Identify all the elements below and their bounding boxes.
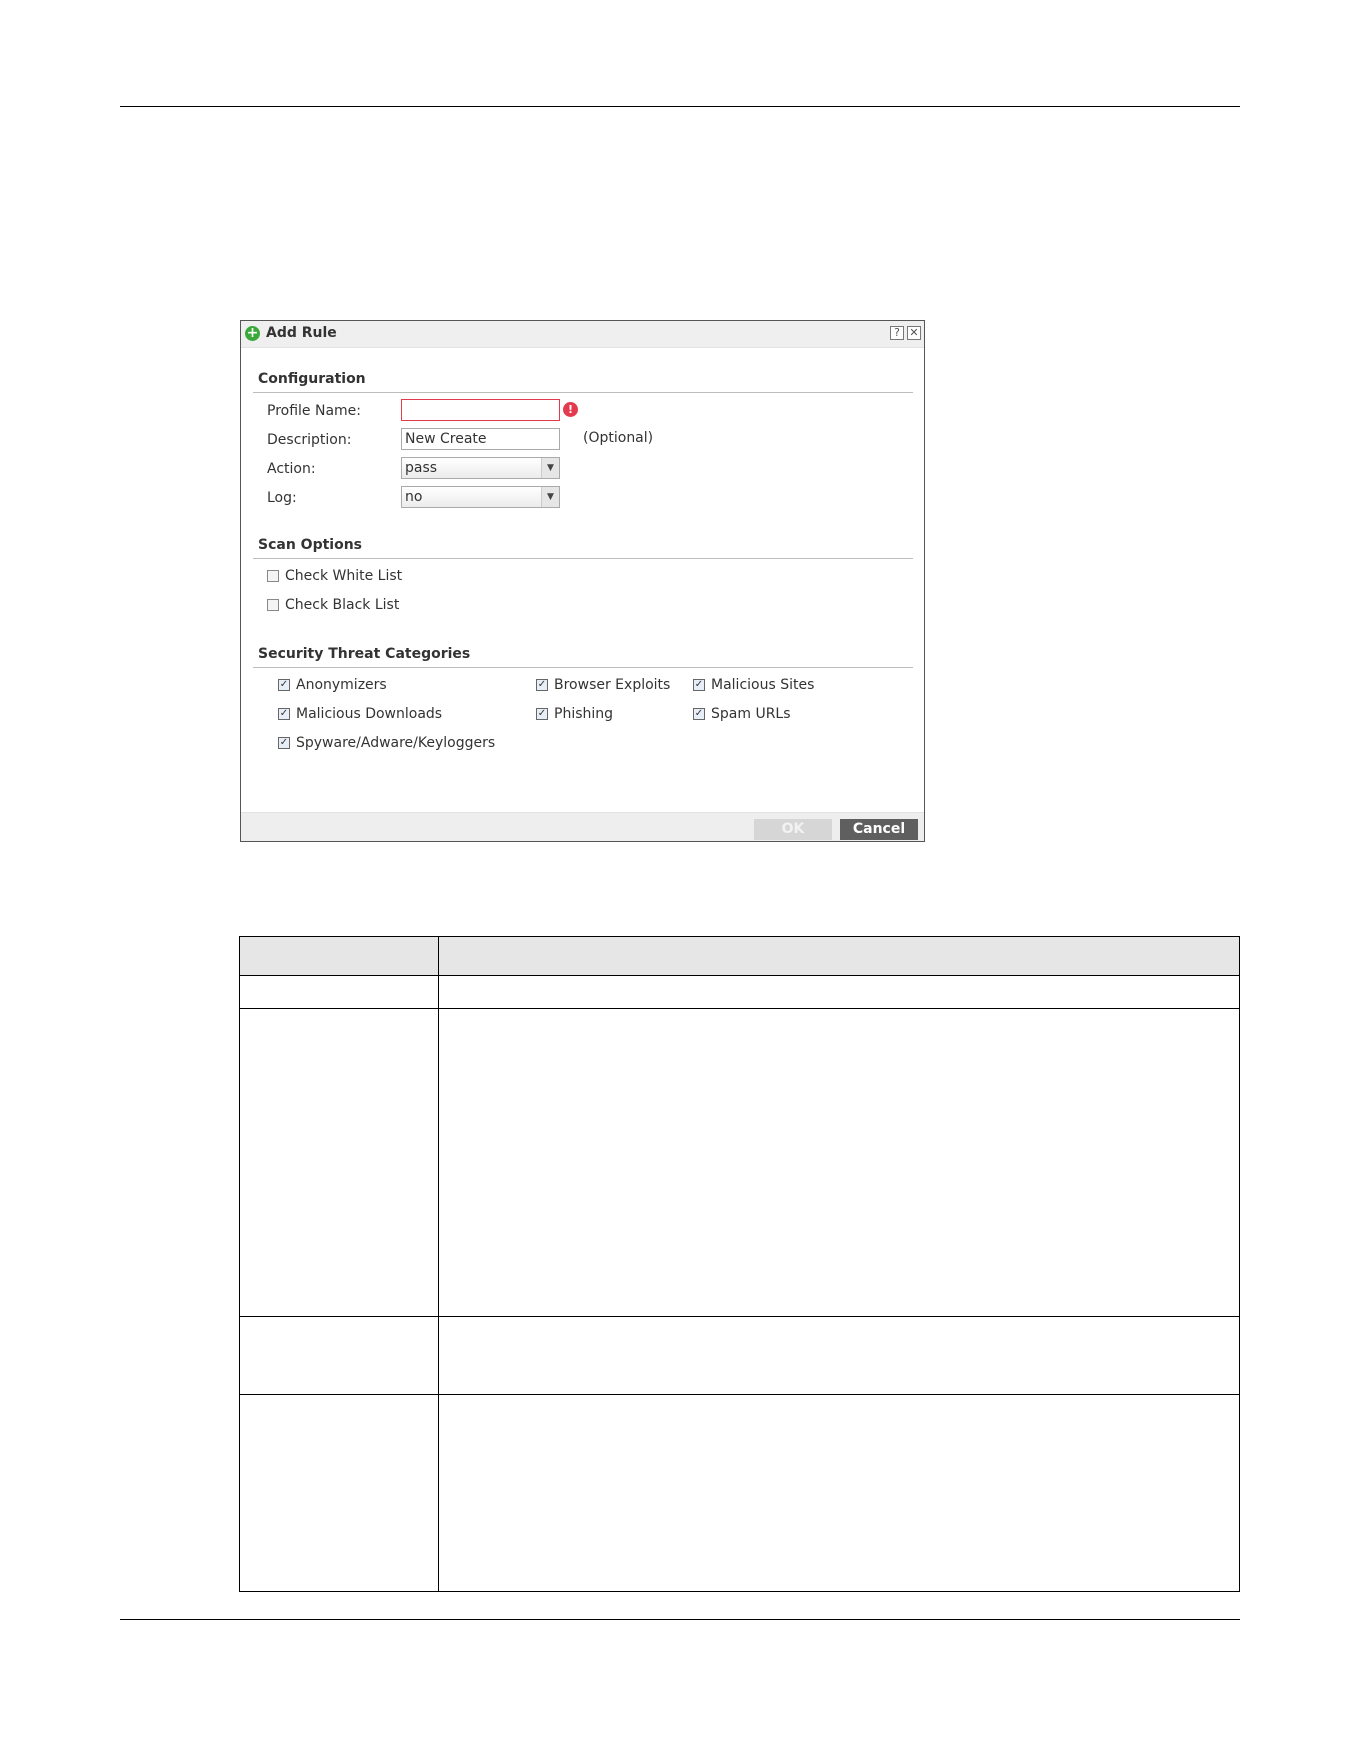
spyware-checkbox[interactable]: ✓ xyxy=(278,737,290,749)
action-label: Action: xyxy=(267,461,316,477)
anonymizers-label: Anonymizers xyxy=(296,677,387,693)
scan-options-divider xyxy=(253,558,913,559)
ok-button[interactable]: OK xyxy=(754,819,832,840)
page-bottom-rule xyxy=(120,1619,1240,1620)
configuration-divider xyxy=(253,392,913,393)
anonymizers-option[interactable]: ✓ Anonymizers xyxy=(278,677,387,693)
table-header-cell xyxy=(438,936,1240,976)
anonymizers-checkbox[interactable]: ✓ xyxy=(278,679,290,691)
phishing-label: Phishing xyxy=(554,706,614,722)
profile-name-label: Profile Name: xyxy=(267,403,362,419)
scan-options-heading: Scan Options xyxy=(258,537,363,553)
spam-urls-option[interactable]: ✓ Spam URLs xyxy=(693,706,791,722)
chevron-down-icon: ▼ xyxy=(541,487,559,507)
browser-exploits-label: Browser Exploits xyxy=(554,677,671,693)
log-select[interactable]: no ▼ xyxy=(401,486,560,508)
table-cell xyxy=(438,1316,1240,1395)
browser-exploits-checkbox[interactable]: ✓ xyxy=(536,679,548,691)
table-row xyxy=(239,1394,1240,1592)
description-input[interactable]: New Create xyxy=(401,428,560,450)
chevron-down-icon: ▼ xyxy=(541,458,559,478)
log-select-value: no xyxy=(405,489,423,505)
malicious-downloads-label: Malicious Downloads xyxy=(296,706,443,722)
description-table xyxy=(239,936,1240,1592)
table-row xyxy=(239,975,1240,1009)
cancel-button[interactable]: Cancel xyxy=(840,819,918,840)
table-cell xyxy=(438,1394,1240,1592)
phishing-checkbox[interactable]: ✓ xyxy=(536,708,548,720)
action-select[interactable]: pass ▼ xyxy=(401,457,560,479)
check-black-list-label: Check Black List xyxy=(285,597,400,613)
help-icon[interactable]: ? xyxy=(890,326,904,340)
table-cell xyxy=(239,1394,439,1592)
table-cell xyxy=(438,1008,1240,1317)
page-top-rule xyxy=(120,106,1240,107)
table-cell xyxy=(438,975,1240,1009)
table-cell xyxy=(239,1316,439,1395)
table-row xyxy=(239,1316,1240,1395)
threat-categories-divider xyxy=(253,667,913,668)
check-black-list-option[interactable]: Check Black List xyxy=(267,597,399,613)
add-icon: + xyxy=(245,325,260,341)
malicious-downloads-checkbox[interactable]: ✓ xyxy=(278,708,290,720)
malicious-downloads-option[interactable]: ✓ Malicious Downloads xyxy=(278,706,442,722)
spyware-label: Spyware/Adware/Keyloggers xyxy=(296,735,496,751)
description-label: Description: xyxy=(267,432,352,448)
malicious-sites-label: Malicious Sites xyxy=(711,677,815,693)
profile-name-input[interactable] xyxy=(401,399,560,421)
dialog-title: Add Rule xyxy=(266,325,337,341)
table-header-cell xyxy=(239,936,439,976)
table-row xyxy=(239,1008,1240,1317)
close-icon[interactable]: ✕ xyxy=(907,326,921,340)
malicious-sites-checkbox[interactable]: ✓ xyxy=(693,679,705,691)
spyware-option[interactable]: ✓ Spyware/Adware/Keyloggers xyxy=(278,735,495,751)
spam-urls-label: Spam URLs xyxy=(711,706,791,722)
log-label: Log: xyxy=(267,490,297,506)
table-cell xyxy=(239,1008,439,1317)
add-rule-dialog: + Add Rule ? ✕ Configuration Profile Nam… xyxy=(240,320,925,842)
dialog-titlebar: + Add Rule ? ✕ xyxy=(241,321,924,348)
table-header-row xyxy=(239,936,1240,976)
check-white-list-label: Check White List xyxy=(285,568,403,584)
configuration-heading: Configuration xyxy=(258,371,366,387)
dialog-footer: OK Cancel xyxy=(241,812,924,841)
browser-exploits-option[interactable]: ✓ Browser Exploits xyxy=(536,677,670,693)
threat-categories-heading: Security Threat Categories xyxy=(258,646,471,662)
phishing-option[interactable]: ✓ Phishing xyxy=(536,706,613,722)
spam-urls-checkbox[interactable]: ✓ xyxy=(693,708,705,720)
optional-note: (Optional) xyxy=(583,430,654,446)
check-white-list-option[interactable]: Check White List xyxy=(267,568,402,584)
error-icon: ! xyxy=(563,402,578,417)
table-cell xyxy=(239,975,439,1009)
check-black-list-checkbox[interactable] xyxy=(267,599,279,611)
check-white-list-checkbox[interactable] xyxy=(267,570,279,582)
malicious-sites-option[interactable]: ✓ Malicious Sites xyxy=(693,677,814,693)
action-select-value: pass xyxy=(405,460,438,476)
